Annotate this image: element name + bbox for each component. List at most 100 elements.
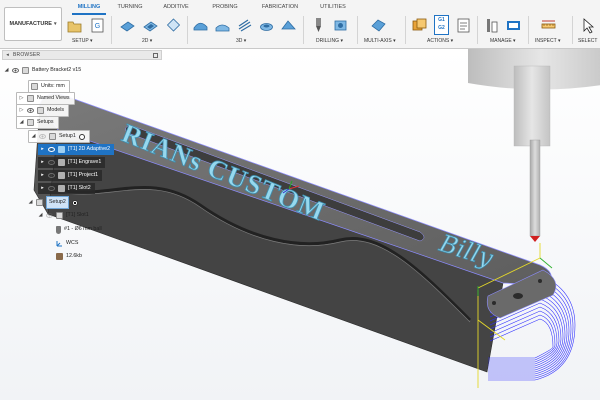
tab-milling[interactable]: MILLING [72, 1, 106, 15]
expand-arrow-icon[interactable]: ▷ [19, 105, 24, 116]
tree-op-slot2[interactable]: ▸ [T1] Slot2 [38, 183, 95, 194]
template-library-icon[interactable] [505, 17, 522, 34]
group-drilling-label: DRILLING [316, 38, 340, 44]
multi-axis-icon[interactable] [370, 17, 387, 34]
group-select[interactable]: SELECT [578, 38, 597, 44]
op-slot2-label: [T1] Slot2 [68, 185, 91, 191]
bore-icon[interactable] [332, 17, 349, 34]
tab-utilities[interactable]: UTILITIES [317, 1, 349, 13]
expand-arrow-icon[interactable]: ▸ [40, 183, 45, 194]
folder-icon [27, 95, 34, 102]
boss-hole [513, 293, 523, 299]
slot-op-icon [56, 212, 63, 219]
setup-icon [49, 133, 56, 140]
dock-icon[interactable] [153, 52, 158, 58]
group-2d-label: 2D [142, 38, 149, 44]
visibility-icon[interactable] [48, 160, 55, 165]
setup-sheet-icon[interactable]: G [89, 17, 106, 34]
visibility-icon[interactable] [48, 186, 55, 191]
group-multi-axis-label: MULTI-AXIS [364, 38, 392, 44]
post-process-icon[interactable]: G1 G2 [434, 15, 449, 35]
tree-nc-size[interactable]: 12.6kb [56, 251, 82, 262]
named-views-label: Named Views [37, 95, 70, 101]
expand-arrow-icon[interactable]: ▸ [40, 157, 45, 168]
slot-op-icon [58, 185, 65, 192]
group-multi-axis[interactable]: MULTI-AXIS ▾ [364, 38, 396, 44]
workspace-switcher[interactable]: MANUFACTURE ▾ [4, 7, 62, 41]
group-inspect[interactable]: INSPECT ▾ [535, 38, 561, 44]
tree-setups[interactable]: ◢ Setups [16, 116, 59, 129]
divider [111, 16, 112, 44]
measure-icon[interactable] [540, 17, 557, 34]
tab-probing[interactable]: PROBING [209, 1, 241, 13]
tab-additive[interactable]: ADDITIVE [160, 1, 192, 13]
group-2d[interactable]: 2D ▾ [142, 38, 152, 44]
new-setup-icon[interactable] [66, 17, 83, 34]
group-setup-label: SETUP [72, 38, 89, 44]
tab-fabrication[interactable]: FABRICATION [258, 1, 302, 13]
workspace-label: MANUFACTURE [9, 21, 52, 27]
folder-icon [27, 119, 34, 126]
expand-arrow-icon[interactable]: ▸ [40, 144, 45, 155]
nc-file-icon [56, 253, 63, 260]
tree-op-project[interactable]: ▸ [T1] Project1 [38, 170, 103, 181]
select-icon[interactable] [580, 17, 597, 34]
tree-op-adaptive[interactable]: ▸ [T1] 2D Adaptive2 [38, 144, 115, 155]
tree-setup2[interactable]: ◢ Setup2 [28, 196, 78, 209]
tab-turning[interactable]: TURNING [114, 1, 146, 13]
group-setup[interactable]: SETUP ▾ [72, 38, 93, 44]
units-label: Units: mm [41, 83, 65, 89]
tree-op-slot1[interactable]: ◢ [T1] Slot1 [38, 210, 89, 221]
3d-scallop-icon[interactable] [258, 17, 275, 34]
tree-document[interactable]: ◢ Battery Bracket2 v15 [4, 65, 81, 76]
visibility-icon[interactable] [39, 134, 46, 139]
browser-title: BROWSER [13, 52, 41, 58]
visibility-icon[interactable] [12, 68, 19, 73]
collapse-icon[interactable]: ◂ [5, 52, 10, 58]
visibility-icon[interactable] [48, 147, 55, 152]
adaptive-op-icon [58, 146, 65, 153]
units-icon [31, 83, 38, 90]
wcs-label: WCS [66, 240, 79, 246]
collapse-arrow-icon[interactable]: ◢ [28, 197, 33, 208]
active-setup-radio-icon[interactable] [78, 133, 85, 140]
collapse-arrow-icon[interactable]: ◢ [4, 65, 9, 76]
3d-parallel-icon[interactable] [236, 17, 253, 34]
group-3d[interactable]: 3D ▾ [236, 38, 246, 44]
visibility-icon[interactable] [27, 108, 34, 113]
collapse-arrow-icon[interactable]: ◢ [31, 131, 36, 142]
tree-op-engrave[interactable]: ▸ [T1] Engrave1 [38, 157, 106, 168]
tree-tool[interactable]: #1 - Ø6 mm ball [56, 224, 102, 235]
2d-pocket-icon[interactable] [142, 17, 159, 34]
browser-header[interactable]: ◂ BROWSER [2, 50, 162, 60]
2d-adaptive-icon[interactable] [119, 17, 136, 34]
post-process-line-2: G2 [438, 25, 445, 31]
3d-pocket-icon[interactable] [214, 17, 231, 34]
group-actions[interactable]: ACTIONS ▾ [427, 38, 453, 44]
expand-arrow-icon[interactable]: ▸ [40, 170, 45, 181]
project-op-icon [58, 172, 65, 179]
op-engrave-label: [T1] Engrave1 [68, 159, 102, 165]
3d-adaptive-icon[interactable] [192, 17, 209, 34]
group-inspect-label: INSPECT [535, 38, 557, 44]
visibility-icon[interactable] [48, 173, 55, 178]
tree-wcs[interactable]: WCS [56, 238, 78, 249]
tree-setup1[interactable]: ◢ Setup1 [28, 130, 90, 143]
group-manage[interactable]: MANAGE ▾ [490, 38, 516, 44]
visibility-icon[interactable] [46, 213, 53, 218]
end-mill [513, 65, 551, 147]
boss-hole-small [492, 301, 496, 305]
expand-arrow-icon[interactable]: ▷ [19, 93, 24, 104]
simulate-icon[interactable] [411, 17, 428, 34]
active-setup-radio-icon[interactable] [71, 199, 78, 206]
tool-library-icon[interactable] [483, 17, 500, 34]
2d-contour-icon[interactable] [165, 17, 182, 34]
nc-program-icon[interactable] [455, 17, 472, 34]
drill-icon[interactable] [310, 17, 327, 34]
3d-contour-icon[interactable] [280, 17, 297, 34]
svg-text:G: G [95, 23, 100, 30]
collapse-arrow-icon[interactable]: ◢ [38, 210, 43, 221]
collapse-arrow-icon[interactable]: ◢ [19, 117, 24, 128]
setup-icon [36, 199, 43, 206]
group-drilling[interactable]: DRILLING ▾ [316, 38, 343, 44]
